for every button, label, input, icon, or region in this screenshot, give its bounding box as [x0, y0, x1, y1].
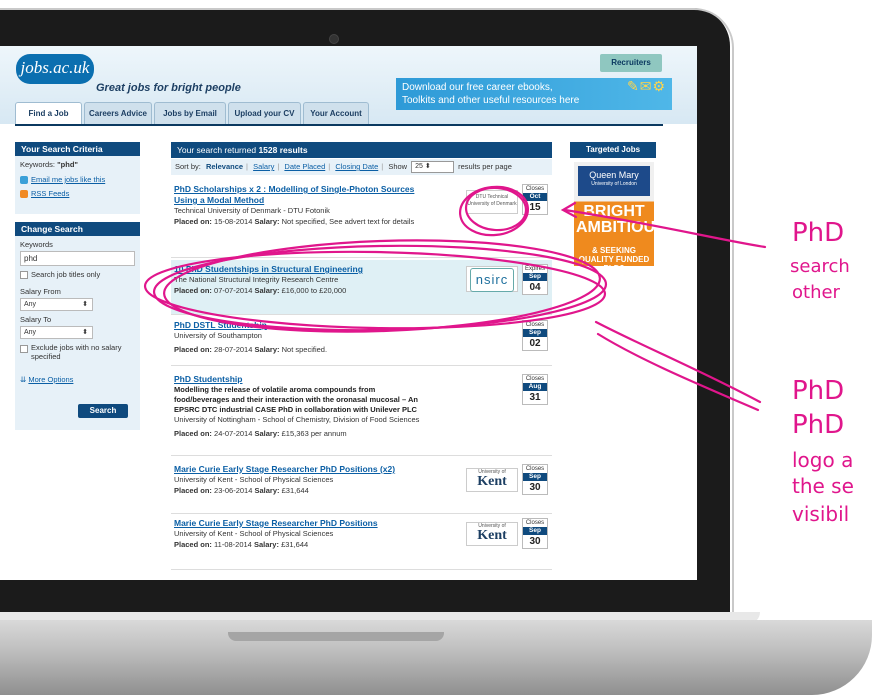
annotation-arrow-2b — [596, 332, 760, 412]
annotation-text-1b: search — [790, 256, 850, 277]
annotation-circle-listing-3 — [163, 239, 601, 333]
annotation-arrow-2 — [594, 320, 762, 404]
annotation-text-2a: PhD — [792, 376, 845, 406]
annotation-overlay — [143, 185, 767, 412]
annotation-arrow-1 — [563, 208, 767, 249]
annotation-text-2d: the se — [792, 474, 854, 498]
annotation-text-1c: other — [792, 282, 840, 303]
annotation-text-2b: PhD — [792, 410, 845, 440]
annotation-text-1a: PhD — [792, 218, 845, 248]
annotation-text-2c: logo a — [792, 448, 854, 472]
annotation-text-2e: visibil — [792, 502, 850, 526]
